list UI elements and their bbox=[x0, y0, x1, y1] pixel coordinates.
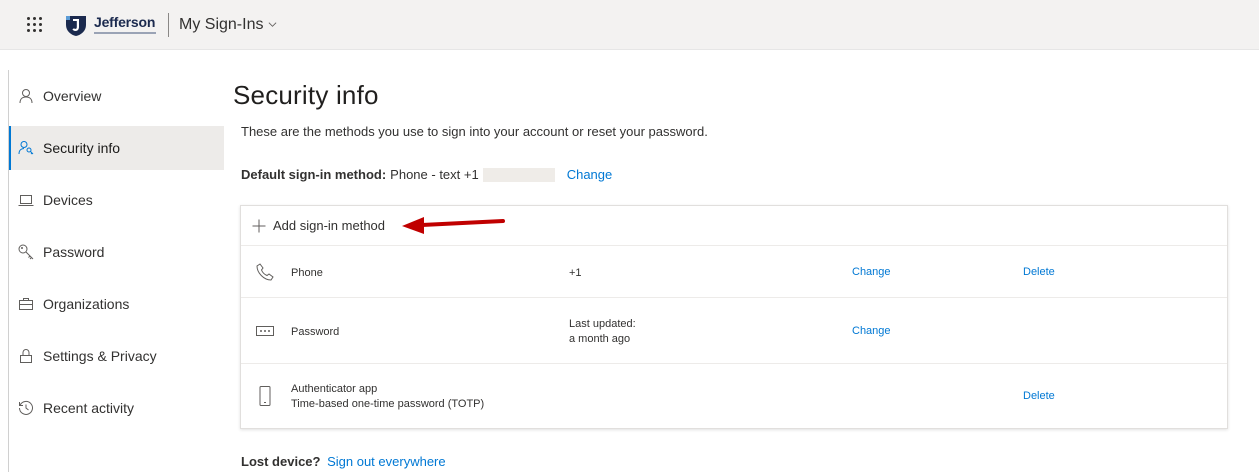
waffle-icon[interactable] bbox=[24, 15, 44, 35]
lock-icon bbox=[20, 348, 32, 363]
plus-icon bbox=[252, 219, 266, 232]
method-row-password: Password Last updated: a month ago Chang… bbox=[241, 298, 1227, 364]
sidebar-item-label: Organizations bbox=[43, 296, 130, 312]
annotation-arrow-icon bbox=[402, 217, 505, 234]
sidebar-item-devices[interactable]: Devices bbox=[9, 178, 224, 222]
app-switcher[interactable]: My Sign-Ins bbox=[179, 16, 277, 34]
sign-out-everywhere-link[interactable]: Sign out everywhere bbox=[327, 454, 446, 469]
briefcase-icon bbox=[19, 298, 33, 310]
default-sign-in-method: Default sign-in method: Phone - text +1 … bbox=[241, 167, 612, 182]
key-icon bbox=[18, 244, 34, 260]
method-name: Password bbox=[291, 326, 340, 338]
sidebar-item-label: Password bbox=[43, 244, 105, 260]
sidebar-item-security-info[interactable]: Security info bbox=[9, 126, 224, 170]
brand[interactable]: Jefferson bbox=[64, 7, 156, 43]
method-change-link[interactable]: Change bbox=[852, 266, 891, 278]
sidebar-item-password[interactable]: Password bbox=[9, 230, 224, 274]
phone-icon bbox=[256, 263, 274, 281]
sidebar-item-label: Settings & Privacy bbox=[43, 348, 157, 364]
person-key-icon bbox=[18, 141, 34, 155]
method-delete-link[interactable]: Delete bbox=[1023, 390, 1055, 402]
method-delete-link[interactable]: Delete bbox=[1023, 266, 1055, 278]
sidebar-item-organizations[interactable]: Organizations bbox=[9, 282, 224, 326]
laptop-icon bbox=[18, 195, 34, 206]
page-description: These are the methods you use to sign in… bbox=[241, 124, 708, 139]
sidebar-item-label: Overview bbox=[43, 88, 102, 104]
sidebar-item-label: Security info bbox=[43, 140, 121, 156]
sidebar: Overview Security info Devices Password … bbox=[8, 70, 224, 472]
add-sign-in-method-label: Add sign-in method bbox=[273, 218, 386, 233]
method-detail-line2: a month ago bbox=[569, 333, 631, 345]
app-name: My Sign-Ins bbox=[179, 15, 264, 33]
sidebar-item-settings-privacy[interactable]: Settings & Privacy bbox=[9, 334, 224, 378]
method-row-phone: Phone +1 Change Delete bbox=[241, 246, 1227, 298]
add-sign-in-method-button[interactable]: Add sign-in method bbox=[241, 206, 1227, 246]
lost-device: Lost device? Sign out everywhere bbox=[241, 454, 446, 469]
method-detail: +1 bbox=[569, 267, 582, 279]
method-detail-line1: Last updated: bbox=[569, 318, 636, 330]
top-bar: Jefferson My Sign-Ins bbox=[0, 0, 1259, 50]
mobile-app-icon bbox=[259, 386, 271, 406]
chevron-down-icon bbox=[269, 22, 277, 27]
methods-card: Add sign-in method Phone +1 Change Delet… bbox=[240, 205, 1228, 429]
method-name: Phone bbox=[291, 267, 323, 279]
default-method-label: Default sign-in method: bbox=[241, 167, 387, 182]
method-change-link[interactable]: Change bbox=[852, 325, 891, 337]
brand-name: Jefferson bbox=[94, 14, 156, 30]
sidebar-item-recent-activity[interactable]: Recent activity bbox=[9, 386, 224, 430]
redacted-phone-number bbox=[482, 167, 555, 182]
person-icon bbox=[19, 89, 33, 104]
password-icon bbox=[256, 326, 274, 336]
default-method-value: Phone - text +1 bbox=[390, 167, 479, 182]
brand-tagline bbox=[94, 32, 156, 34]
method-name-line2: Time-based one-time password (TOTP) bbox=[291, 398, 485, 410]
method-name-line1: Authenticator app bbox=[291, 383, 378, 395]
default-method-change-link[interactable]: Change bbox=[567, 167, 613, 182]
header-divider bbox=[168, 12, 169, 37]
method-row-authenticator: Authenticator app Time-based one-time pa… bbox=[241, 364, 1227, 428]
lost-device-label: Lost device? bbox=[241, 454, 321, 469]
sidebar-item-label: Devices bbox=[43, 192, 93, 208]
sidebar-item-overview[interactable]: Overview bbox=[9, 74, 224, 118]
history-icon bbox=[19, 400, 33, 415]
sidebar-item-label: Recent activity bbox=[43, 400, 135, 416]
jefferson-logo bbox=[66, 15, 86, 36]
page-title: Security info bbox=[233, 80, 379, 110]
